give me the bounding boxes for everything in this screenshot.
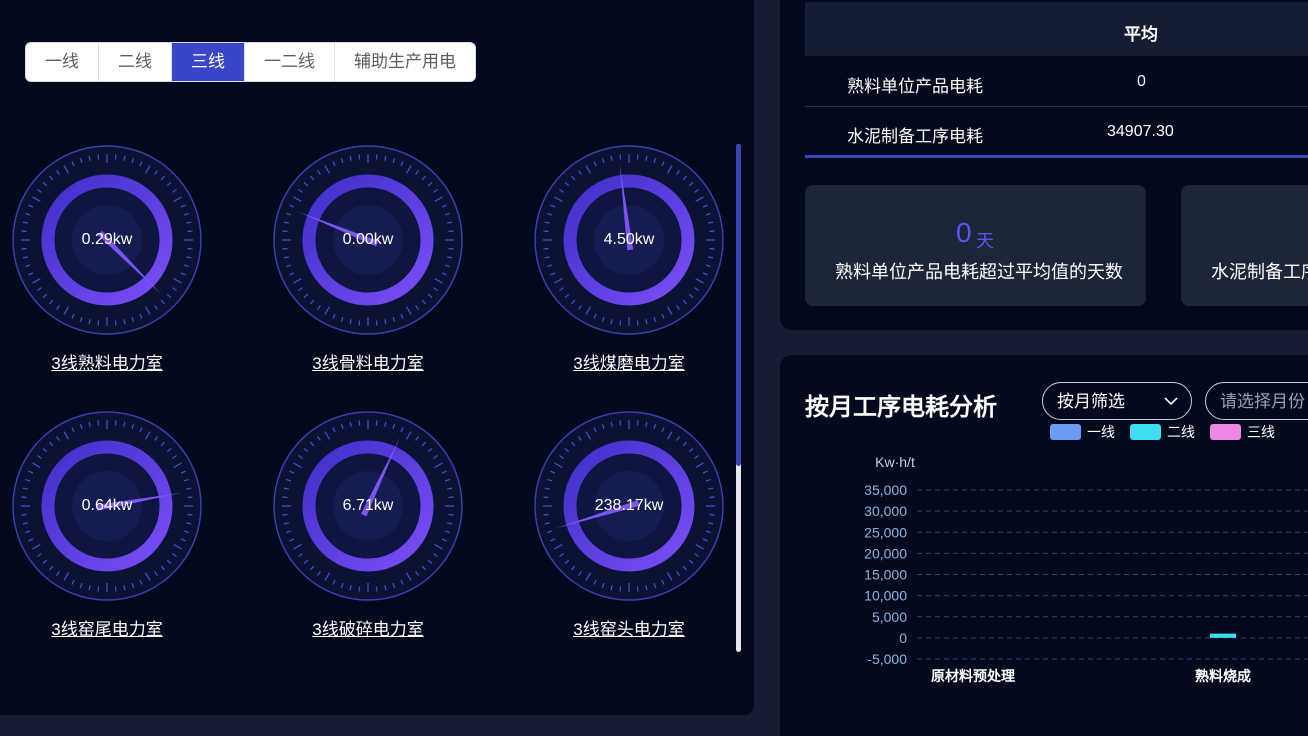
legend-label: 三线 xyxy=(1247,424,1275,440)
legend-label: 二线 xyxy=(1167,424,1195,440)
select-value: 按月筛选 xyxy=(1057,392,1125,411)
y-tick-label: 0 xyxy=(899,630,907,646)
gauge-dial xyxy=(534,411,724,601)
gauge-label-crusher[interactable]: 3线破碎电力室 xyxy=(258,615,478,640)
legend-swatch xyxy=(1050,424,1081,440)
gauge-dial xyxy=(12,411,202,601)
month-filter-select[interactable]: 按月筛选 xyxy=(1042,382,1192,420)
gauge-kiln-tail-power-room: 0.64kw xyxy=(7,406,207,606)
table-row-value: 0 xyxy=(1137,73,1146,90)
stat-text: 水泥制备工序 xyxy=(1211,262,1308,282)
line-tabs: 一线 二线 三线 一二线 辅助生产用电 xyxy=(25,42,476,82)
y-tick-label: -5,000 xyxy=(867,651,907,667)
stat-card-clinker-days: 0 天 熟料单位产品电耗超过平均值的天数 xyxy=(805,185,1146,306)
y-tick-label: 10,000 xyxy=(864,588,907,604)
y-tick-label: 15,000 xyxy=(864,567,907,583)
table-header: 平均 xyxy=(805,2,1308,56)
gauge-dial xyxy=(534,145,724,335)
gauge-dial xyxy=(273,411,463,601)
table-row-value: 34907.30 xyxy=(1107,123,1174,140)
month-placeholder: 请选择月份 xyxy=(1220,392,1305,411)
y-tick-label: 20,000 xyxy=(864,545,907,561)
y-axis-label: Kw·h/t xyxy=(875,454,915,470)
stat-unit: 天 xyxy=(976,231,994,251)
y-tick-label: 30,000 xyxy=(864,503,907,519)
legend-item-line2[interactable]: 二线 xyxy=(1130,422,1195,442)
y-tick-label: 5,000 xyxy=(872,609,907,625)
tab-line-3[interactable]: 三线 xyxy=(172,43,245,81)
legend-swatch xyxy=(1210,424,1241,440)
scrollbar-thumb[interactable] xyxy=(736,144,741,466)
gauge-label-clinker[interactable]: 3线熟料电力室 xyxy=(0,349,217,374)
gauge-label-kiln-head[interactable]: 3线窑头电力室 xyxy=(519,615,739,640)
gauge-aggregate-power-room: 0.00kw xyxy=(268,140,468,340)
y-tick-label: 25,000 xyxy=(864,524,907,540)
section-title: 按月工序电耗分析 xyxy=(805,394,997,421)
row-divider xyxy=(805,106,1308,107)
month-picker-input[interactable]: 请选择月份 xyxy=(1205,382,1308,420)
stat-text: 熟料单位产品电耗超过平均值的天数 xyxy=(835,262,1123,282)
y-tick-label: 35,000 xyxy=(864,482,907,498)
bar[interactable] xyxy=(1210,633,1236,638)
table-bottom-border xyxy=(805,155,1308,158)
stat-number: 0 xyxy=(956,217,972,248)
tab-auxiliary-power[interactable]: 辅助生产用电 xyxy=(335,43,475,81)
x-tick-label: 原材料预处理 xyxy=(931,668,1015,684)
table-row-label: 熟料单位产品电耗 xyxy=(847,77,983,96)
gauge-dial xyxy=(273,145,463,335)
stat-card-cement-days: 水泥制备工序 xyxy=(1181,185,1308,306)
gauge-dial xyxy=(12,145,202,335)
gauge-label-aggregate[interactable]: 3线骨料电力室 xyxy=(258,349,478,374)
tab-line-2[interactable]: 二线 xyxy=(99,43,172,81)
monthly-consumption-chart: Kw·h/t 35,000 30,000 25,000 20,000 15,000 10,0… xyxy=(864,454,1308,684)
gauge-label-kiln-tail[interactable]: 3线窑尾电力室 xyxy=(0,615,217,640)
chevron-down-icon xyxy=(1164,397,1178,406)
gauge-coal-mill-power-room: 4.50kw xyxy=(529,140,729,340)
legend-label: 一线 xyxy=(1087,424,1115,440)
gauge-crusher-power-room: 6.71kw xyxy=(268,406,468,606)
legend-swatch xyxy=(1130,424,1161,440)
legend-item-line3[interactable]: 三线 xyxy=(1210,422,1275,442)
table-header-average: 平均 xyxy=(1124,25,1158,44)
gauge-label-coal-mill[interactable]: 3线煤磨电力室 xyxy=(519,349,739,374)
tab-line-1[interactable]: 一线 xyxy=(26,43,99,81)
tab-line-1-2[interactable]: 一二线 xyxy=(245,43,335,81)
gauge-clinker-power-room: 0.29kw xyxy=(7,140,207,340)
legend-item-line1[interactable]: 一线 xyxy=(1050,422,1115,442)
table-row-label: 水泥制备工序电耗 xyxy=(847,127,983,146)
x-tick-label: 熟料烧成 xyxy=(1195,668,1251,684)
gauge-kiln-head-power-room: 238.17kw xyxy=(529,406,729,606)
